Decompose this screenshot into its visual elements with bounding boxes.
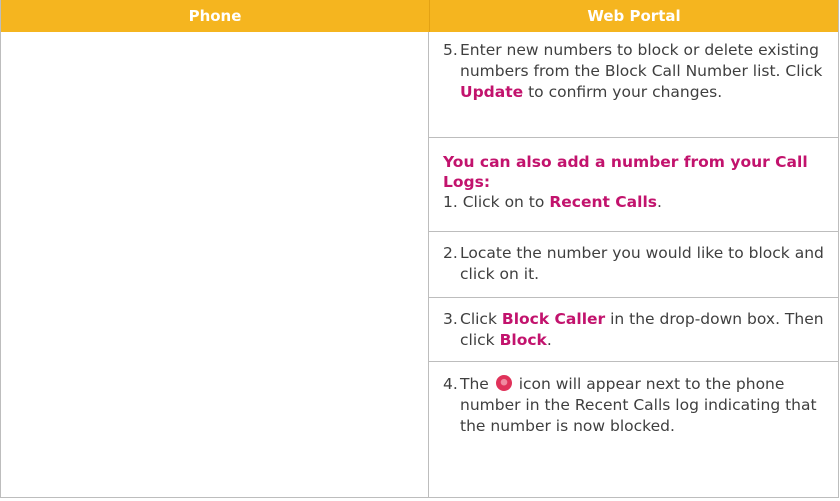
table-header-row: Phone Web Portal xyxy=(1,0,838,32)
call-logs-heading: You can also add a number from your Call… xyxy=(443,153,808,191)
step-text-part: 1. Click on to xyxy=(443,193,550,211)
step-number: 5. xyxy=(443,41,458,59)
step-text-part: Enter new numbers to block or delete exi… xyxy=(460,41,823,80)
step-text: Enter new numbers to block or delete exi… xyxy=(460,40,824,103)
step-text-part: . xyxy=(657,193,662,211)
call-logs-cell: You can also add a number from your Call… xyxy=(429,138,838,232)
step-text: Locate the number you would like to bloc… xyxy=(460,244,824,283)
header-web-portal: Web Portal xyxy=(429,0,838,32)
instructions-table: Phone Web Portal 5. Enter new numbers to… xyxy=(0,0,839,498)
step-text-part: The xyxy=(460,375,494,393)
table-body-row: 5. Enter new numbers to block or delete … xyxy=(1,32,838,497)
step-3: 3. Click Block Caller in the drop-down b… xyxy=(443,309,824,351)
block-keyword: Block xyxy=(499,331,547,349)
step-5-cell: 5. Enter new numbers to block or delete … xyxy=(429,32,838,138)
step-text-part: Click xyxy=(460,310,502,328)
recent-calls-keyword: Recent Calls xyxy=(549,193,657,211)
blocked-caller-icon xyxy=(495,375,512,391)
update-keyword: Update xyxy=(460,83,524,101)
phone-column xyxy=(1,32,429,497)
step-text-part: icon will appear next to the phone numbe… xyxy=(460,375,817,435)
step-text-part: . xyxy=(546,331,552,349)
block-caller-keyword: Block Caller xyxy=(501,310,606,328)
step-number: 4. xyxy=(443,375,458,393)
step-4-cell: 4. The icon will appear next to the phon… xyxy=(429,362,838,497)
step-number: 2. xyxy=(443,244,458,262)
step-3-cell: 3. Click Block Caller in the drop-down b… xyxy=(429,298,838,362)
step-1: 1. Click on to Recent Calls. xyxy=(443,192,824,213)
step-text: The icon will appear next to the phone n… xyxy=(460,374,824,437)
step-5: 5. Enter new numbers to block or delete … xyxy=(443,40,824,103)
header-phone: Phone xyxy=(188,7,242,25)
step-text: Click Block Caller in the drop-down box.… xyxy=(460,309,824,351)
web-portal-column: 5. Enter new numbers to block or delete … xyxy=(429,32,838,497)
step-number: 3. xyxy=(443,310,458,328)
step-4: 4. The icon will appear next to the phon… xyxy=(443,374,824,437)
step-2-cell: 2. Locate the number you would like to b… xyxy=(429,232,838,298)
step-2: 2. Locate the number you would like to b… xyxy=(443,243,824,285)
step-text-part: to confirm your changes. xyxy=(523,83,723,101)
